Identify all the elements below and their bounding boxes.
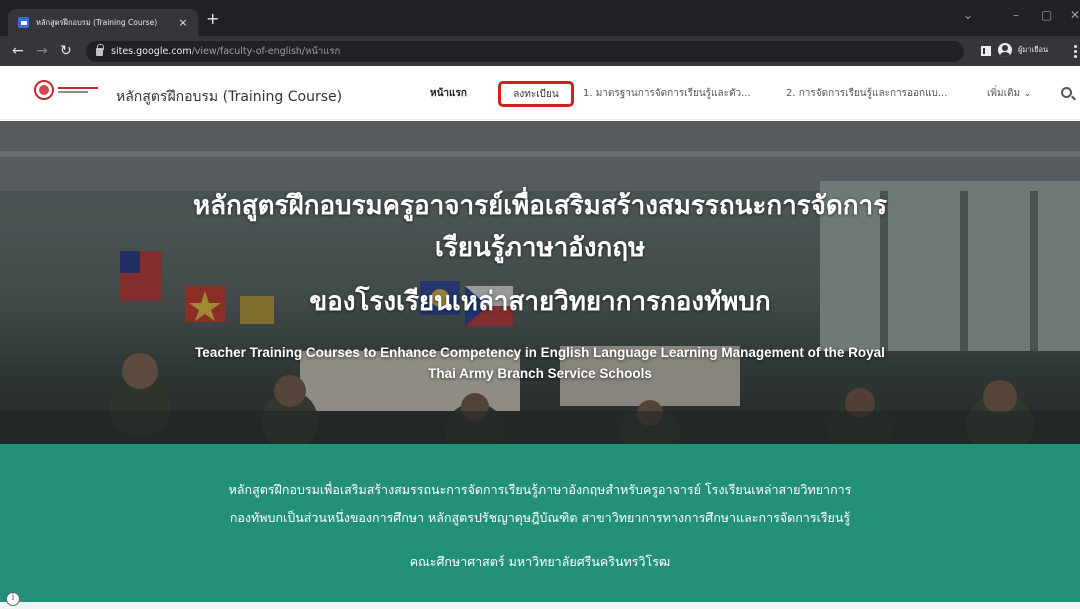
minimize-window-icon[interactable]: –: [1013, 8, 1019, 22]
url-host: sites.google.com: [111, 46, 192, 57]
kebab-menu-icon[interactable]: [1074, 45, 1077, 60]
hero-title-line2: เรียนรู้ภาษาอังกฤษ: [434, 233, 646, 263]
hero-title-line3: ของโรงเรียนเหล่าสายวิทยาการกองทัพบก: [309, 287, 771, 317]
info-icon[interactable]: i: [6, 592, 20, 606]
description-line3: คณะศึกษาศาสตร์ มหาวิทยาลัยศรีนครินทรวิโร…: [409, 554, 671, 569]
nav-more-menu[interactable]: เพิ่มเติม ⌄: [987, 86, 1032, 108]
new-tab-button[interactable]: +: [206, 11, 219, 27]
tab-search-chevron-icon[interactable]: ⌄: [963, 8, 973, 22]
url-path: /view/faculty-of-english/หน้าแรก: [191, 46, 341, 57]
close-window-icon[interactable]: ✕: [1070, 8, 1080, 22]
lock-icon[interactable]: [96, 43, 104, 56]
tab-close-icon[interactable]: ×: [176, 16, 190, 29]
nav-item-learning-design[interactable]: 2. การจัดการเรียนรู้และการออกแบ...: [786, 86, 964, 108]
site-title[interactable]: หลักสูตรฝึกอบรม (Training Course): [116, 86, 342, 108]
hero-subtitle-line1: Teacher Training Courses to Enhance Comp…: [195, 345, 885, 360]
nav-item-home[interactable]: หน้าแรก: [430, 86, 467, 108]
browser-tab-active[interactable]: หลักสูตรฝึกอบรม (Training Course) ×: [8, 9, 198, 36]
hero-subtitle-line2: Thai Army Branch Service Schools: [428, 366, 652, 381]
site-header: หลักสูตรฝึกอบรม (Training Course) หน้าแร…: [0, 66, 1080, 120]
faculty-emblem-icon: [34, 80, 54, 100]
hero-banner: หลักสูตรฝึกอบรมครูอาจารย์เพื่อเสริมสร้าง…: [0, 121, 1080, 444]
reload-icon[interactable]: ↻: [60, 42, 72, 60]
browser-tab-bar: หลักสูตรฝึกอบรม (Training Course) × + ⌄ …: [0, 0, 1080, 36]
profile-label: ผู้มาเยือน: [1018, 45, 1049, 54]
profile-button[interactable]: ผู้มาเยือน: [998, 43, 1048, 57]
description-section: หลักสูตรฝึกอบรมเพื่อเสริมสร้างสมรรถนะการ…: [0, 444, 1080, 602]
forward-arrow-icon[interactable]: →: [36, 42, 48, 60]
address-bar-input[interactable]: sites.google.com /view/faculty-of-englis…: [86, 41, 964, 62]
browser-toolbar: ← → ↻ sites.google.com /view/faculty-of-…: [0, 36, 1080, 66]
nav-item-register[interactable]: ลงทะเบียน: [498, 81, 574, 107]
hero-title-line1: หลักสูตรฝึกอบรมครูอาจารย์เพื่อเสริมสร้าง…: [192, 191, 888, 221]
back-arrow-icon[interactable]: ←: [12, 42, 24, 60]
nav-item-learning-standards[interactable]: 1. มาตรฐานการจัดการเรียนรู้และตัว...: [583, 86, 773, 108]
google-sites-favicon-icon: [18, 17, 29, 28]
search-icon[interactable]: [1061, 87, 1072, 98]
faculty-logo[interactable]: [34, 80, 100, 100]
tab-title: หลักสูตรฝึกอบรม (Training Course): [36, 17, 158, 27]
profile-avatar-icon: [998, 43, 1012, 57]
side-panel-icon[interactable]: [981, 46, 991, 56]
page-footer-strip: [0, 602, 1080, 609]
logo-wordmark: [58, 85, 98, 95]
description-line1: หลักสูตรฝึกอบรมเพื่อเสริมสร้างสมรรถนะการ…: [228, 482, 852, 497]
restore-window-icon[interactable]: ▢: [1041, 8, 1052, 22]
description-line2: กองทัพบกเป็นส่วนหนึ่งของการศึกษา หลักสูต…: [229, 510, 851, 525]
